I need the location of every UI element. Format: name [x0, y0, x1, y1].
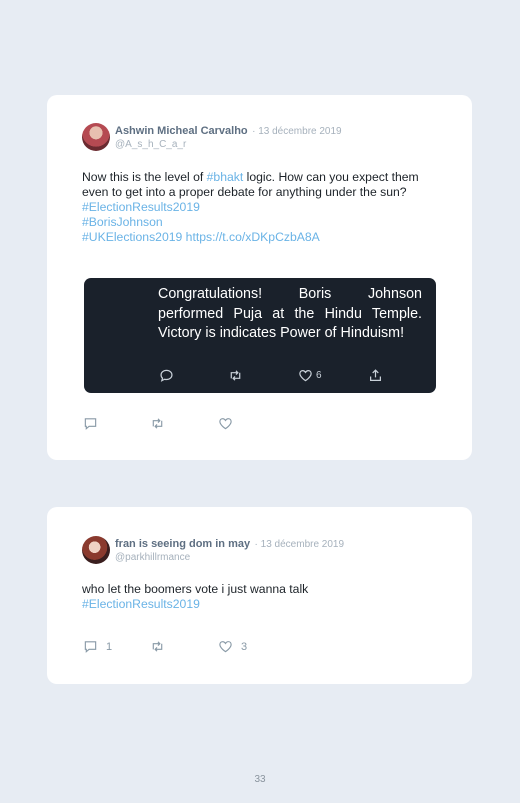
author-block: fran is seeing dom in may · 13 décembre …	[115, 536, 344, 564]
quoted-retweet-button[interactable]	[228, 368, 243, 383]
heart-icon	[219, 418, 232, 430]
retweet-icon	[152, 418, 163, 429]
reply-icon	[84, 418, 97, 430]
reply-button[interactable]	[83, 416, 98, 431]
like-button[interactable]	[218, 416, 233, 431]
tweet-card: Ashwin Micheal Carvalho · 13 décembre 20…	[47, 95, 472, 460]
tweet-date[interactable]: · 13 décembre 2019	[255, 539, 345, 550]
hashtag-link[interactable]: #UKElections2019	[82, 230, 182, 244]
author-name[interactable]: fran is seeing dom in may	[115, 538, 250, 550]
hashtag-link[interactable]: #BorisJohnson	[82, 215, 442, 230]
url-link[interactable]: https://t.co/xDKpCzbA8A	[186, 230, 320, 244]
tweet-header: Ashwin Micheal Carvalho · 13 décembre 20…	[82, 123, 342, 151]
hashtag-link[interactable]: #bhakt	[207, 170, 244, 184]
reply-count: 1	[106, 640, 113, 653]
page-number: 33	[254, 774, 266, 785]
retweet-button[interactable]	[150, 639, 165, 654]
share-icon	[370, 369, 381, 381]
quoted-like-button[interactable]: 6	[298, 368, 322, 383]
avatar[interactable]	[82, 123, 110, 151]
reply-icon	[84, 641, 97, 653]
like-button[interactable]: 3	[218, 639, 247, 654]
author-block: Ashwin Micheal Carvalho · 13 décembre 20…	[115, 123, 342, 151]
tweet-text-part: Now this is the level of	[82, 170, 207, 184]
avatar[interactable]	[82, 536, 110, 564]
quoted-reply-button[interactable]	[159, 368, 174, 383]
author-handle[interactable]: @parkhillrmance	[115, 551, 344, 564]
quoted-like-count: 6	[316, 370, 322, 381]
tweet-date[interactable]: · 13 décembre 2019	[252, 126, 342, 137]
quoted-share-button[interactable]	[368, 368, 383, 383]
hashtag-link[interactable]: #ElectionResults2019	[82, 200, 442, 215]
tweet-header: fran is seeing dom in may · 13 décembre …	[82, 536, 344, 564]
tweet-text-part: who let the boomers vote i just wanna ta…	[82, 582, 309, 596]
quoted-tweet-text: Congratulations! Boris Johnson performed…	[158, 286, 422, 341]
like-count: 3	[241, 640, 248, 653]
retweet-icon	[230, 370, 241, 381]
author-name[interactable]: Ashwin Micheal Carvalho	[115, 125, 248, 137]
heart-icon	[299, 370, 312, 382]
tweet-text: who let the boomers vote i just wanna ta…	[82, 582, 442, 612]
tweet-text: Now this is the level of #bhakt logic. H…	[82, 170, 442, 245]
author-handle[interactable]: @A_s_h_C_a_r	[115, 138, 342, 151]
quoted-tweet[interactable]: Congratulations! Boris Johnson performed…	[84, 278, 436, 393]
tweet-card: fran is seeing dom in may · 13 décembre …	[47, 507, 472, 684]
reply-button[interactable]: 1	[83, 639, 112, 654]
reply-icon	[160, 369, 173, 382]
hashtag-link[interactable]: #ElectionResults2019	[82, 597, 442, 612]
retweet-button[interactable]	[150, 416, 165, 431]
retweet-icon	[152, 641, 163, 652]
heart-icon	[219, 641, 232, 653]
